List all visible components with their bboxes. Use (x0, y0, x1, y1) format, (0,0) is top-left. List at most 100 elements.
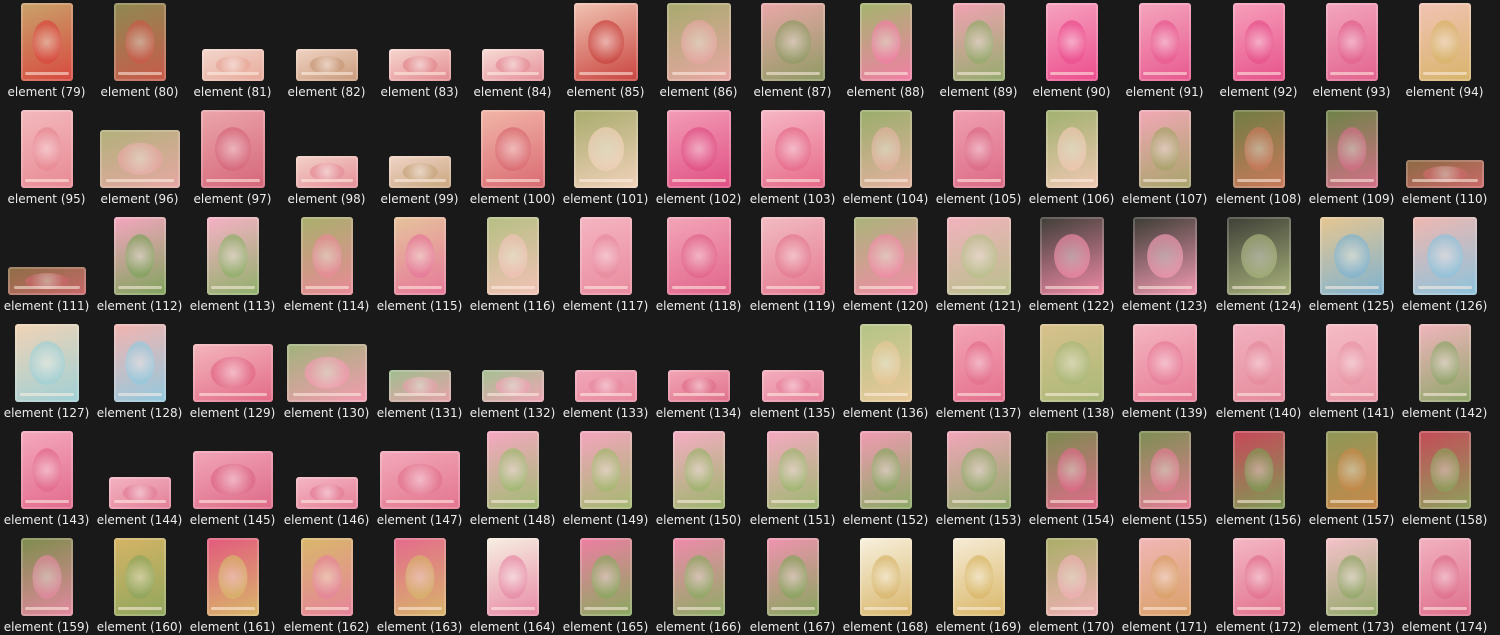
file-item[interactable]: element (151) (746, 428, 839, 535)
file-item[interactable]: element (114) (280, 214, 373, 321)
file-item[interactable]: element (117) (559, 214, 652, 321)
file-item[interactable]: element (81) (186, 0, 279, 107)
file-item[interactable]: element (112) (93, 214, 186, 321)
file-item[interactable]: element (142) (1398, 321, 1491, 428)
file-item[interactable]: element (152) (839, 428, 932, 535)
file-item[interactable]: element (82) (280, 0, 373, 107)
file-item[interactable]: element (99) (373, 107, 466, 214)
file-item[interactable]: element (120) (839, 214, 932, 321)
file-item[interactable]: element (130) (280, 321, 373, 428)
file-item[interactable]: element (147) (373, 428, 466, 535)
file-item[interactable]: element (108) (1212, 107, 1305, 214)
file-item[interactable]: element (133) (559, 321, 652, 428)
file-item[interactable]: element (85) (559, 0, 652, 107)
file-item[interactable]: element (141) (1305, 321, 1398, 428)
file-item[interactable]: element (98) (280, 107, 373, 214)
file-item[interactable]: element (139) (1118, 321, 1211, 428)
file-item[interactable]: element (123) (1118, 214, 1211, 321)
file-item[interactable]: element (86) (652, 0, 745, 107)
file-item[interactable]: element (154) (1025, 428, 1118, 535)
file-item[interactable]: element (115) (373, 214, 466, 321)
file-item[interactable]: element (144) (93, 428, 186, 535)
file-item[interactable]: element (161) (186, 535, 279, 635)
file-item[interactable]: element (102) (652, 107, 745, 214)
file-item[interactable]: element (132) (466, 321, 559, 428)
file-item[interactable]: element (146) (280, 428, 373, 535)
file-item[interactable]: element (156) (1212, 428, 1305, 535)
file-item[interactable]: element (84) (466, 0, 559, 107)
file-item[interactable]: element (135) (746, 321, 839, 428)
file-item[interactable]: element (155) (1118, 428, 1211, 535)
file-item[interactable]: element (169) (932, 535, 1025, 635)
file-item[interactable]: element (96) (93, 107, 186, 214)
file-item[interactable]: element (129) (186, 321, 279, 428)
thumbnail-area (839, 214, 932, 298)
file-item[interactable]: element (90) (1025, 0, 1118, 107)
file-item[interactable]: element (165) (559, 535, 652, 635)
file-item[interactable]: element (107) (1118, 107, 1211, 214)
file-item[interactable]: element (137) (932, 321, 1025, 428)
file-item[interactable]: element (113) (186, 214, 279, 321)
file-item[interactable]: element (149) (559, 428, 652, 535)
file-item[interactable]: element (127) (0, 321, 93, 428)
file-item[interactable]: element (100) (466, 107, 559, 214)
file-item[interactable]: element (170) (1025, 535, 1118, 635)
file-item[interactable]: element (125) (1305, 214, 1398, 321)
file-item[interactable]: element (172) (1212, 535, 1305, 635)
file-item[interactable]: element (145) (186, 428, 279, 535)
file-item[interactable]: element (150) (652, 428, 745, 535)
file-item[interactable]: element (105) (932, 107, 1025, 214)
topiary-clock-icon (1233, 110, 1285, 188)
file-item[interactable]: element (92) (1212, 0, 1305, 107)
file-item[interactable]: element (104) (839, 107, 932, 214)
file-item[interactable]: element (159) (0, 535, 93, 635)
file-item[interactable]: element (143) (0, 428, 93, 535)
file-item[interactable]: element (91) (1118, 0, 1211, 107)
file-item[interactable]: element (128) (93, 321, 186, 428)
file-item[interactable]: element (171) (1118, 535, 1211, 635)
file-item[interactable]: element (168) (839, 535, 932, 635)
file-item[interactable]: element (138) (1025, 321, 1118, 428)
file-item[interactable]: element (160) (93, 535, 186, 635)
file-item[interactable]: element (126) (1398, 214, 1491, 321)
file-item[interactable]: element (116) (466, 214, 559, 321)
pencil-case-icon (193, 344, 273, 402)
file-item[interactable]: element (94) (1398, 0, 1491, 107)
file-item[interactable]: element (79) (0, 0, 93, 107)
file-item[interactable]: element (122) (1025, 214, 1118, 321)
file-item[interactable]: element (110) (1398, 107, 1491, 214)
file-item[interactable]: element (148) (466, 428, 559, 535)
file-item[interactable]: element (173) (1305, 535, 1398, 635)
file-item[interactable]: element (153) (932, 428, 1025, 535)
file-item[interactable]: element (162) (280, 535, 373, 635)
file-item[interactable]: element (106) (1025, 107, 1118, 214)
file-item[interactable]: element (97) (186, 107, 279, 214)
file-item[interactable]: element (101) (559, 107, 652, 214)
file-item[interactable]: element (87) (746, 0, 839, 107)
file-item[interactable]: element (134) (652, 321, 745, 428)
file-item[interactable]: element (131) (373, 321, 466, 428)
file-item[interactable]: element (157) (1305, 428, 1398, 535)
file-item[interactable]: element (124) (1212, 214, 1305, 321)
file-item[interactable]: element (174) (1398, 535, 1491, 635)
file-item[interactable]: element (140) (1212, 321, 1305, 428)
file-item[interactable]: element (163) (373, 535, 466, 635)
file-item[interactable]: element (121) (932, 214, 1025, 321)
file-item[interactable]: element (89) (932, 0, 1025, 107)
file-item[interactable]: element (88) (839, 0, 932, 107)
file-item[interactable]: element (167) (746, 535, 839, 635)
file-item[interactable]: element (109) (1305, 107, 1398, 214)
file-item[interactable]: element (95) (0, 107, 93, 214)
file-item[interactable]: element (93) (1305, 0, 1398, 107)
file-item[interactable]: element (118) (652, 214, 745, 321)
file-item[interactable]: element (136) (839, 321, 932, 428)
file-item[interactable]: element (119) (746, 214, 839, 321)
thumbnail-area (93, 0, 186, 84)
file-item[interactable]: element (166) (652, 535, 745, 635)
file-item[interactable]: element (158) (1398, 428, 1491, 535)
file-item[interactable]: element (103) (746, 107, 839, 214)
file-item[interactable]: element (83) (373, 0, 466, 107)
file-item[interactable]: element (80) (93, 0, 186, 107)
file-item[interactable]: element (164) (466, 535, 559, 635)
file-item[interactable]: element (111) (0, 214, 93, 321)
